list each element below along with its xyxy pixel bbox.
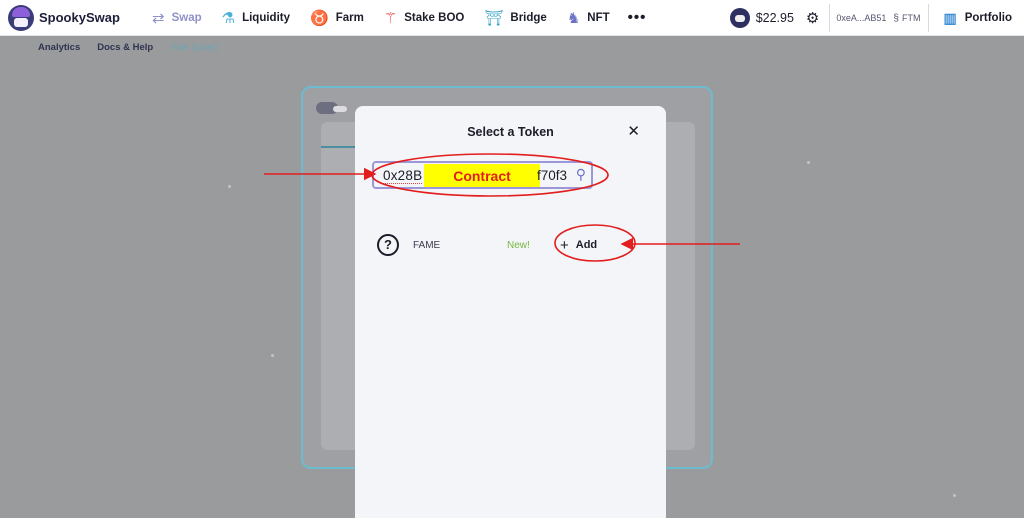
flask-icon: ⚗	[221, 9, 236, 27]
token-symbol: FAME	[413, 239, 441, 251]
settings-gear-icon[interactable]: ⚙	[806, 9, 819, 27]
ghost-farm-icon: ♉	[310, 9, 329, 27]
stake-icon: ⚚	[383, 9, 398, 27]
network-label: FTM	[901, 13, 921, 23]
main-nav: ⇄ Swap ⚗ Liquidity ♉ Farm ⚚ Stake BOO ⛩ …	[134, 9, 666, 27]
token-list-item[interactable]: ? FAME New! + Add	[377, 233, 647, 257]
redaction-label: Contract	[453, 168, 511, 184]
add-token-label: Add	[575, 239, 598, 251]
swap-arrows-icon: ⇄	[152, 9, 165, 27]
more-menu-button[interactable]: •••	[628, 9, 647, 26]
search-value-end: f70f3	[536, 168, 567, 183]
nav-swap[interactable]: ⇄ Swap	[152, 9, 202, 27]
nav-farm[interactable]: ♉ Farm	[310, 9, 364, 27]
search-value-start: 0x28B	[383, 168, 423, 184]
select-token-modal: Select a Token ✕ 0x28B Contract f70f3 ⚲ …	[355, 106, 666, 518]
close-icon[interactable]: ✕	[627, 122, 640, 140]
background-sparkle	[228, 185, 231, 188]
background-sparkle	[271, 354, 274, 357]
portfolio-button[interactable]: ▥ Portfolio	[943, 10, 1012, 27]
portfolio-label: Portfolio	[964, 12, 1012, 24]
account-cluster: $22.95 ⚙ 0xeA...AB51 § FTM ▥ Portfolio	[729, 0, 1024, 36]
brand-logo[interactable]: SpookySwap	[8, 4, 134, 31]
nav-farm-label: Farm	[335, 11, 364, 24]
wallet-address: 0xeA...AB51	[836, 13, 887, 23]
top-navigation-bar: SpookySwap ⇄ Swap ⚗ Liquidity ♉ Farm ⚚ S…	[0, 0, 1024, 36]
link-analytics[interactable]: Analytics	[38, 42, 80, 53]
nav-swap-label: Swap	[171, 11, 202, 24]
modal-title: Select a Token	[467, 125, 554, 139]
nav-bridge-label: Bridge	[510, 11, 547, 24]
redaction-highlight: Contract	[424, 164, 540, 187]
sub-navigation: Analytics Docs & Help Vote (Live!)	[38, 42, 235, 53]
unknown-token-icon: ?	[377, 234, 399, 256]
plus-icon: +	[560, 236, 569, 254]
link-vote[interactable]: Vote (Live!)	[170, 42, 218, 53]
search-icon: ⚲	[575, 166, 586, 182]
search-value-head: 0x28B	[383, 168, 423, 184]
brand-name: SpookySwap	[39, 10, 120, 25]
nav-nft-label: NFT	[587, 11, 610, 24]
link-docs-help[interactable]: Docs & Help	[97, 42, 153, 53]
nav-stake-label: Stake BOO	[404, 11, 465, 24]
boo-token-icon	[729, 8, 750, 28]
background-sparkle	[807, 161, 810, 164]
token-search-input[interactable]: 0x28B Contract f70f3 ⚲	[372, 161, 593, 189]
new-badge: New!	[507, 239, 530, 251]
chart-icon: ▥	[943, 9, 957, 26]
nav-liquidity-label: Liquidity	[242, 11, 290, 24]
nav-bridge[interactable]: ⛩ Bridge	[484, 9, 546, 27]
nav-nft[interactable]: ♞ NFT	[567, 9, 610, 27]
nav-stake-boo[interactable]: ⚚ Stake BOO	[384, 9, 465, 27]
nav-liquidity[interactable]: ⚗ Liquidity	[222, 9, 290, 27]
boo-price[interactable]: $22.95	[756, 11, 794, 25]
background-sparkle	[953, 494, 956, 497]
card-toggle	[333, 106, 347, 112]
active-tab-indicator	[321, 146, 357, 148]
wallet-button[interactable]: 0xeA...AB51 § FTM	[829, 4, 930, 32]
fantom-icon: §	[893, 12, 899, 24]
add-token-button[interactable]: + Add	[560, 237, 597, 254]
nft-icon: ♞	[566, 9, 581, 27]
bridge-icon: ⛩	[484, 9, 504, 27]
spookyswap-logo-icon	[8, 4, 34, 31]
